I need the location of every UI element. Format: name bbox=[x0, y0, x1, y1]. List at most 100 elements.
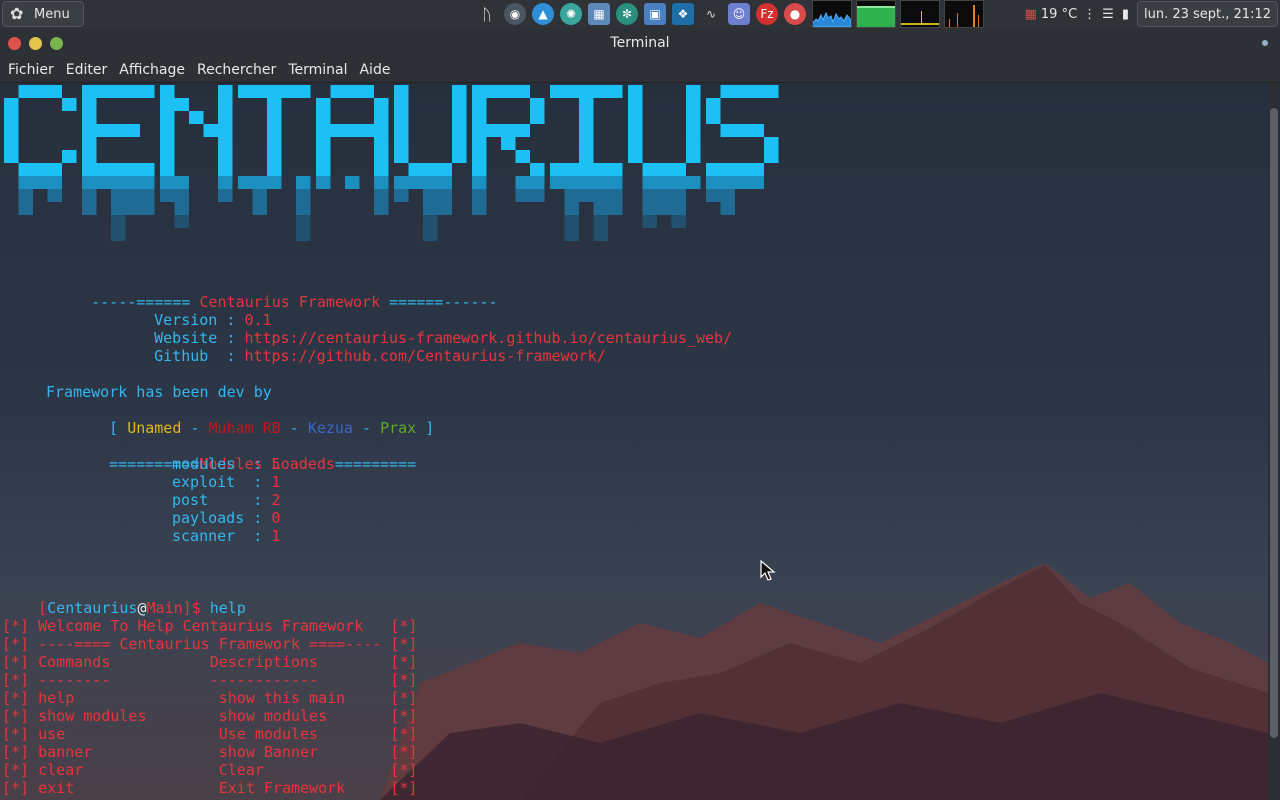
folder-icon[interactable]: ▣ bbox=[644, 3, 666, 25]
right-tray: ▦ 19 °C ⋮ ☰ ▮ lun. 23 sept., 21:12 bbox=[1025, 0, 1280, 28]
bluetooth-icon[interactable]: ᚢ bbox=[476, 3, 498, 25]
shark-icon[interactable]: ▲ bbox=[532, 3, 554, 25]
banner-pixel bbox=[374, 98, 389, 111]
menu-dots-icon[interactable]: ⋮ bbox=[1083, 7, 1096, 22]
banner-pixel bbox=[374, 137, 389, 150]
help-end-bracket: [*] bbox=[390, 779, 418, 797]
banner-pixel bbox=[579, 124, 594, 137]
audio-wave-icon[interactable]: ∿ bbox=[700, 3, 722, 25]
banner-pixel bbox=[550, 85, 565, 98]
module-count-label: payloads : bbox=[172, 509, 272, 527]
battery-icon[interactable]: ▮ bbox=[1122, 7, 1129, 22]
banner-pixel bbox=[218, 98, 233, 111]
banner-drip-pixel bbox=[437, 176, 452, 189]
discord-icon[interactable]: ☺ bbox=[728, 3, 750, 25]
module-count-value: 1 bbox=[271, 473, 281, 491]
menu-terminal[interactable]: Terminal bbox=[288, 62, 347, 78]
terminal-view[interactable]: -----====== Centaurius Framework ======-… bbox=[0, 83, 1268, 800]
memory-graph-chart bbox=[857, 6, 895, 27]
menu-fichier[interactable]: Fichier bbox=[8, 62, 54, 78]
banner-pixel bbox=[267, 137, 282, 150]
help-text: use Use modules bbox=[29, 725, 391, 743]
banner-drip-pixel bbox=[579, 176, 594, 189]
banner-pixel bbox=[394, 85, 409, 98]
banner-pixel bbox=[749, 124, 764, 137]
banner-pixel bbox=[515, 85, 530, 98]
menu-affichage[interactable]: Affichage bbox=[119, 62, 185, 78]
menu-editer[interactable]: Editer bbox=[66, 62, 107, 78]
eye-icon[interactable]: ◉ bbox=[504, 3, 526, 25]
banner-pixel bbox=[735, 85, 750, 98]
banner-pixel bbox=[296, 85, 311, 98]
network-graph[interactable] bbox=[900, 0, 940, 28]
github-link[interactable]: https://github.com/Centaurius-framework/ bbox=[244, 347, 605, 365]
menu-button[interactable]: ✿ Menu bbox=[2, 1, 84, 27]
banner-pixel bbox=[267, 124, 282, 137]
prompt-user: Centaurius bbox=[47, 599, 138, 617]
banner-drip-pixel bbox=[472, 202, 487, 215]
banner-pixel bbox=[686, 137, 701, 150]
temperature[interactable]: 19 °C bbox=[1041, 7, 1077, 22]
help-end-bracket: [*] bbox=[390, 707, 418, 725]
banner-drip-pixel bbox=[608, 202, 623, 215]
banner-drip-pixel bbox=[374, 176, 389, 189]
menu-rechercher[interactable]: Rechercher bbox=[197, 62, 276, 78]
banner-pixel bbox=[125, 124, 140, 137]
network-icon[interactable]: ☰ bbox=[1102, 7, 1114, 22]
banner-pixel bbox=[96, 85, 111, 98]
module-count-row: post : 2 bbox=[172, 491, 280, 509]
banner-pixel bbox=[686, 150, 701, 163]
banner-drip-pixel bbox=[96, 176, 111, 189]
banner-drip-pixel bbox=[296, 215, 311, 228]
clock[interactable]: lun. 23 sept., 21:12 bbox=[1136, 1, 1278, 27]
banner-pixel bbox=[550, 163, 565, 176]
banner-pixel bbox=[82, 85, 97, 98]
help-star-bracket: [*] bbox=[2, 635, 30, 653]
disk-graph[interactable] bbox=[944, 0, 984, 28]
banner-drip-pixel bbox=[218, 189, 233, 202]
weather-icon[interactable]: ▦ bbox=[1025, 7, 1037, 22]
banner-drip-pixel bbox=[579, 189, 594, 202]
banner-pixel bbox=[579, 163, 594, 176]
help-star-bracket: [*] bbox=[2, 725, 30, 743]
banner-drip-pixel bbox=[296, 228, 311, 241]
memory-graph[interactable] bbox=[856, 0, 896, 28]
banner-pixel bbox=[252, 85, 267, 98]
filezilla-icon[interactable]: Fz bbox=[756, 3, 778, 25]
banner-drip-pixel bbox=[140, 189, 155, 202]
banner-pixel bbox=[281, 85, 296, 98]
banner-drip-pixel bbox=[657, 202, 672, 215]
cpu-graph[interactable] bbox=[812, 0, 852, 28]
module-count-row: exploit : 1 bbox=[172, 473, 280, 491]
banner-pixel bbox=[628, 111, 643, 124]
scrollbar-thumb[interactable] bbox=[1270, 108, 1278, 738]
help-line: [*] -------- ------------ [*] bbox=[2, 671, 417, 689]
banner-drip-pixel bbox=[530, 189, 545, 202]
help-end-bracket: [*] bbox=[390, 635, 418, 653]
banner-drip-pixel bbox=[593, 176, 608, 189]
banner-drip-pixel bbox=[530, 176, 545, 189]
help-end-bracket: [*] bbox=[390, 671, 418, 689]
banner-pixel bbox=[720, 85, 735, 98]
help-text: banner show Banner bbox=[29, 743, 391, 761]
banner-pixel bbox=[608, 163, 623, 176]
banner-pixel bbox=[394, 124, 409, 137]
module-count-value: 0 bbox=[271, 509, 281, 527]
help-line: [*] use Use modules [*] bbox=[2, 725, 417, 743]
spiral-icon[interactable]: ✼ bbox=[616, 3, 638, 25]
banner-drip-pixel bbox=[593, 215, 608, 228]
swirl-icon[interactable]: ✺ bbox=[560, 3, 582, 25]
banner-pixel bbox=[82, 137, 97, 150]
calendar-icon[interactable]: ▦ bbox=[588, 3, 610, 25]
help-text: Welcome To Help Centaurius Framework bbox=[29, 617, 391, 635]
banner-drip-pixel bbox=[296, 202, 311, 215]
menu-aide[interactable]: Aide bbox=[359, 62, 390, 78]
dev-separator: - bbox=[352, 419, 381, 437]
recorder-icon[interactable]: ● bbox=[784, 3, 806, 25]
header-right-dashes: ======------ bbox=[380, 293, 498, 311]
terminal-scrollbar[interactable] bbox=[1268, 83, 1280, 800]
banner-pixel bbox=[452, 124, 467, 137]
kodi-icon[interactable]: ❖ bbox=[672, 3, 694, 25]
banner-drip-pixel bbox=[140, 176, 155, 189]
banner-pixel bbox=[452, 111, 467, 124]
